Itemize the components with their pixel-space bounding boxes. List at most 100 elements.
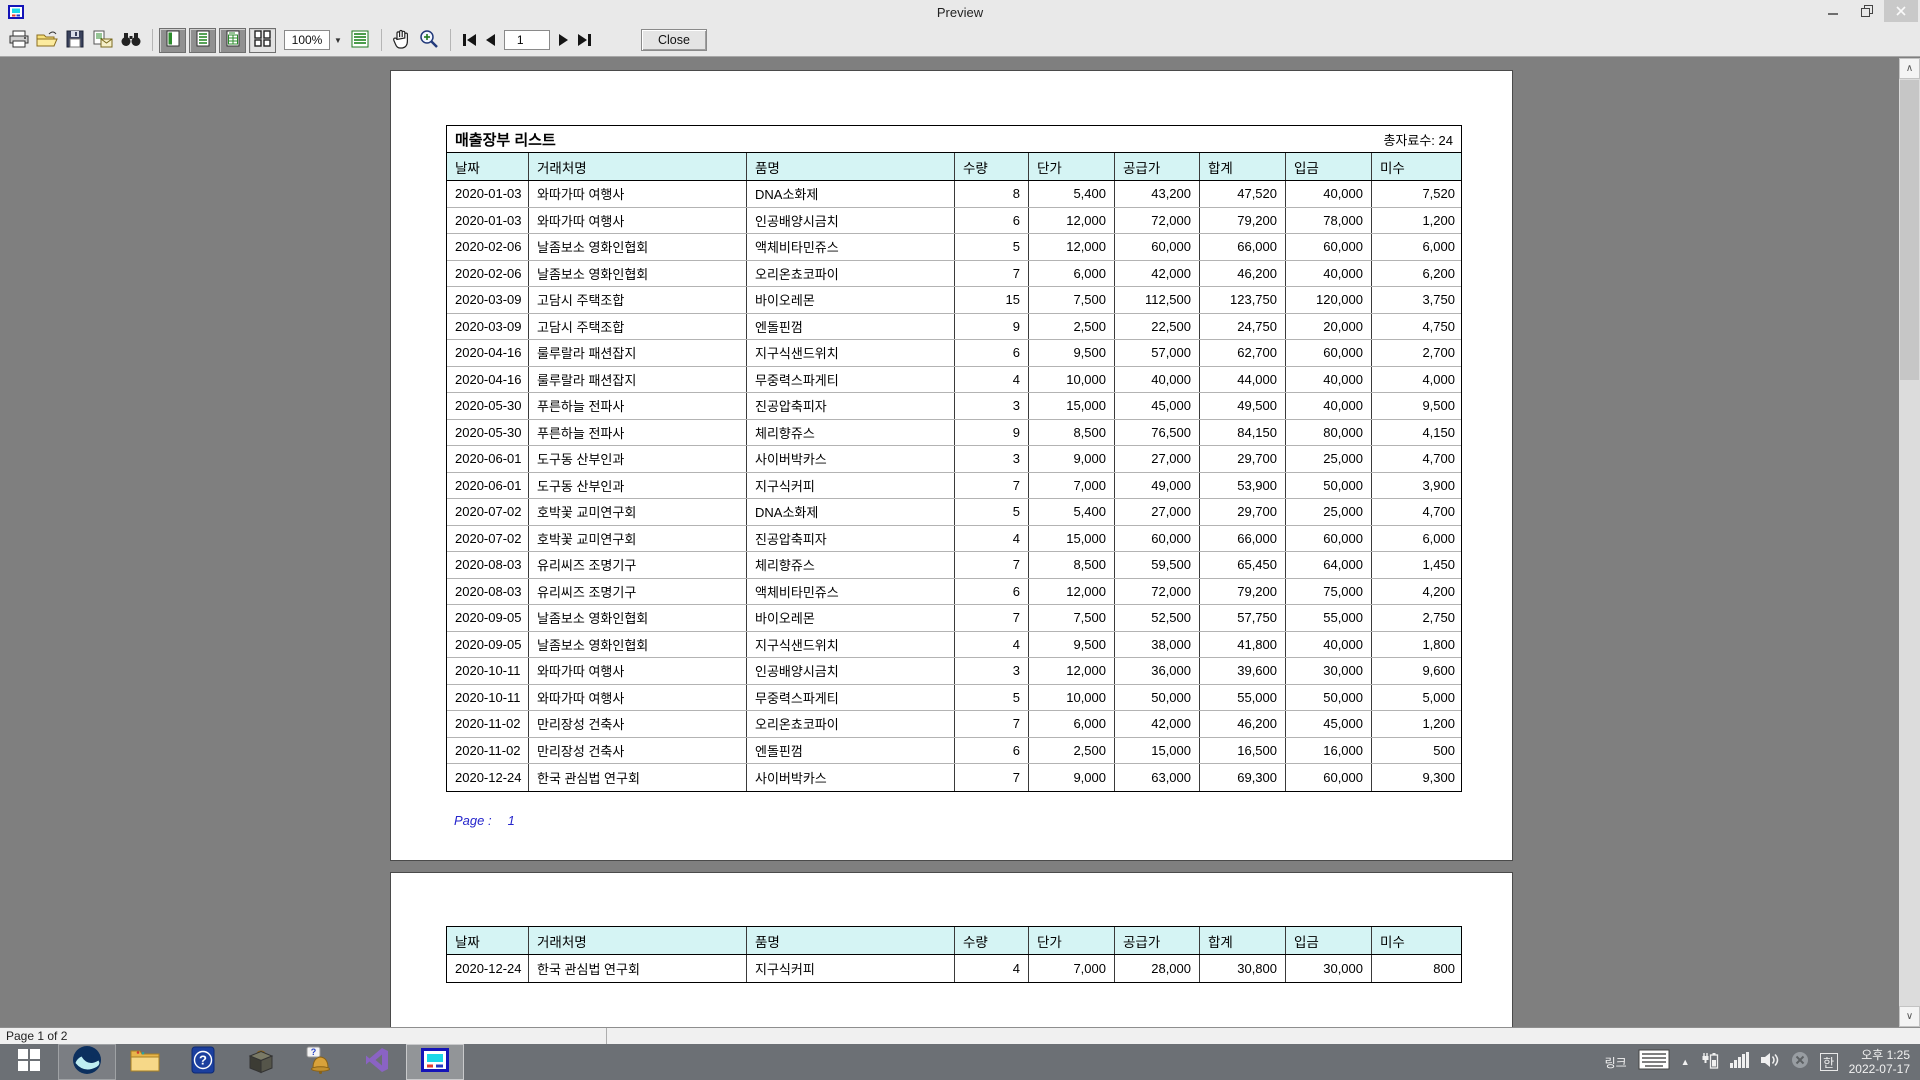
table-cell: 50,000 (1286, 685, 1372, 711)
table-cell: 46,200 (1200, 261, 1286, 287)
table-cell: 1,200 (1372, 711, 1463, 737)
ime-indicator[interactable]: 한 (1820, 1053, 1838, 1071)
table-cell: 날좀보소 영화인협회 (529, 605, 747, 631)
vertical-scrollbar[interactable]: ∧ ∨ (1899, 58, 1920, 1027)
column-header: 품명 (747, 153, 955, 180)
column-header: 공급가 (1115, 927, 1200, 954)
table-cell: 호박꽃 교미연구회 (529, 526, 747, 552)
table-cell: 9,500 (1029, 632, 1115, 658)
toolbar-separator (152, 29, 153, 51)
page-grid-view-button[interactable] (219, 28, 246, 53)
export-icon (93, 30, 113, 51)
file-explorer-button[interactable] (116, 1044, 174, 1080)
column-header: 수량 (955, 927, 1029, 954)
prev-page-icon (486, 34, 495, 46)
table-cell: 고담시 주택조합 (529, 314, 747, 340)
table-cell: 2020-02-06 (447, 261, 529, 287)
table-cell: 65,450 (1200, 552, 1286, 578)
print-button[interactable] (6, 27, 32, 53)
multipage-view-button[interactable] (249, 28, 276, 53)
chevron-up-icon: ∧ (1906, 64, 1913, 74)
close-window-button[interactable] (1884, 0, 1918, 22)
help-viewer-button[interactable]: ? (174, 1044, 232, 1080)
network-signal-icon[interactable] (1730, 1052, 1749, 1073)
single-page-view-button[interactable] (159, 28, 186, 53)
table-cell: 2020-09-05 (447, 632, 529, 658)
fit-width-icon (351, 30, 369, 51)
dropdown-arrow-icon[interactable]: ▼ (334, 36, 342, 45)
minimize-button[interactable] (1816, 0, 1850, 22)
table-cell: 57,750 (1200, 605, 1286, 631)
first-page-button[interactable] (462, 28, 476, 52)
prev-page-button[interactable] (486, 28, 495, 52)
save-button[interactable] (62, 27, 88, 53)
last-page-button[interactable] (578, 28, 592, 52)
table-cell: 7,500 (1029, 287, 1115, 313)
table-cell: 5,400 (1029, 499, 1115, 525)
keyboard-icon[interactable] (1638, 1049, 1670, 1075)
table-cell: 7,520 (1372, 181, 1463, 207)
column-header: 거래처명 (529, 153, 747, 180)
open-button[interactable] (34, 27, 60, 53)
zoom-level-select[interactable]: 100% ▼ (284, 30, 342, 50)
table-cell: 55,000 (1200, 685, 1286, 711)
table-cell: 60,000 (1286, 340, 1372, 366)
preview-page-1: 매출장부 리스트 총자료수: 24 날짜거래처명품명수량단가공급가합계입금미수 … (390, 70, 1513, 861)
table-row: 2020-06-01도구동 산부인과사이버박카스39,00027,00029,7… (447, 446, 1461, 473)
clock-date: 2022-07-17 (1849, 1062, 1910, 1076)
next-page-button[interactable] (559, 28, 568, 52)
safely-remove-icon[interactable] (1791, 1051, 1809, 1074)
table-cell: 84,150 (1200, 420, 1286, 446)
zoom-in-button[interactable] (416, 27, 442, 53)
table-cell: 9,600 (1372, 658, 1463, 684)
hand-tool-button[interactable] (388, 27, 414, 53)
table-cell: 2020-11-02 (447, 738, 529, 764)
scrollbar-thumb[interactable] (1900, 80, 1919, 380)
page-number-input[interactable] (504, 30, 550, 50)
column-header: 합계 (1200, 153, 1286, 180)
table-cell: 16,000 (1286, 738, 1372, 764)
table-cell: 2020-08-03 (447, 579, 529, 605)
battery-icon[interactable] (1701, 1051, 1719, 1074)
close-preview-button[interactable]: Close (641, 29, 707, 51)
fit-width-button[interactable] (347, 27, 373, 53)
page-footer-label: Page : (454, 813, 492, 828)
table-cell: 4,700 (1372, 446, 1463, 472)
svg-text:?: ? (199, 1052, 207, 1067)
whale-browser-button[interactable] (58, 1044, 116, 1080)
next-page-icon (559, 34, 568, 46)
archive-tool-button[interactable] (232, 1044, 290, 1080)
system-tray: 링크 ▲ 한 오후 1:25 2022-07-17 (1605, 1048, 1920, 1076)
table-cell: 진공압축피자 (747, 393, 955, 419)
table-cell: 한국 관심법 연구회 (529, 955, 747, 982)
volume-icon[interactable] (1760, 1052, 1780, 1073)
preview-app-button[interactable] (406, 1044, 464, 1080)
status-empty-panel (607, 1028, 1920, 1044)
bell-help-button[interactable]: ? (290, 1044, 348, 1080)
find-button[interactable] (118, 27, 144, 53)
bell-icon: ? (306, 1046, 332, 1079)
table-cell: 유리씨즈 조명기구 (529, 552, 747, 578)
table-cell: 40,000 (1286, 367, 1372, 393)
start-button[interactable] (0, 1044, 58, 1080)
restore-button[interactable] (1850, 0, 1884, 22)
visual-studio-button[interactable] (348, 1044, 406, 1080)
window-controls (1816, 0, 1918, 22)
toolbar: 100% ▼ Close (0, 24, 1920, 57)
page-footer-number: 1 (508, 813, 515, 828)
table-cell: 40,000 (1286, 181, 1372, 207)
table-body: 2020-01-03와따가따 여행사DNA소화제85,40043,20047,5… (447, 181, 1461, 791)
scroll-up-button[interactable]: ∧ (1899, 58, 1920, 79)
toolbar-separator (381, 29, 382, 51)
tray-expand-icon[interactable]: ▲ (1681, 1057, 1690, 1067)
table-cell: 7 (955, 711, 1029, 737)
clock[interactable]: 오후 1:25 2022-07-17 (1849, 1048, 1910, 1076)
export-button[interactable] (90, 27, 116, 53)
table-cell: 76,500 (1115, 420, 1200, 446)
table-cell: 체리향쥬스 (747, 420, 955, 446)
link-toolbar-label[interactable]: 링크 (1605, 1054, 1627, 1071)
table-cell: 9 (955, 420, 1029, 446)
table-cell: 500 (1372, 738, 1463, 764)
scroll-down-button[interactable]: ∨ (1899, 1006, 1920, 1027)
page-width-view-button[interactable] (189, 28, 216, 53)
